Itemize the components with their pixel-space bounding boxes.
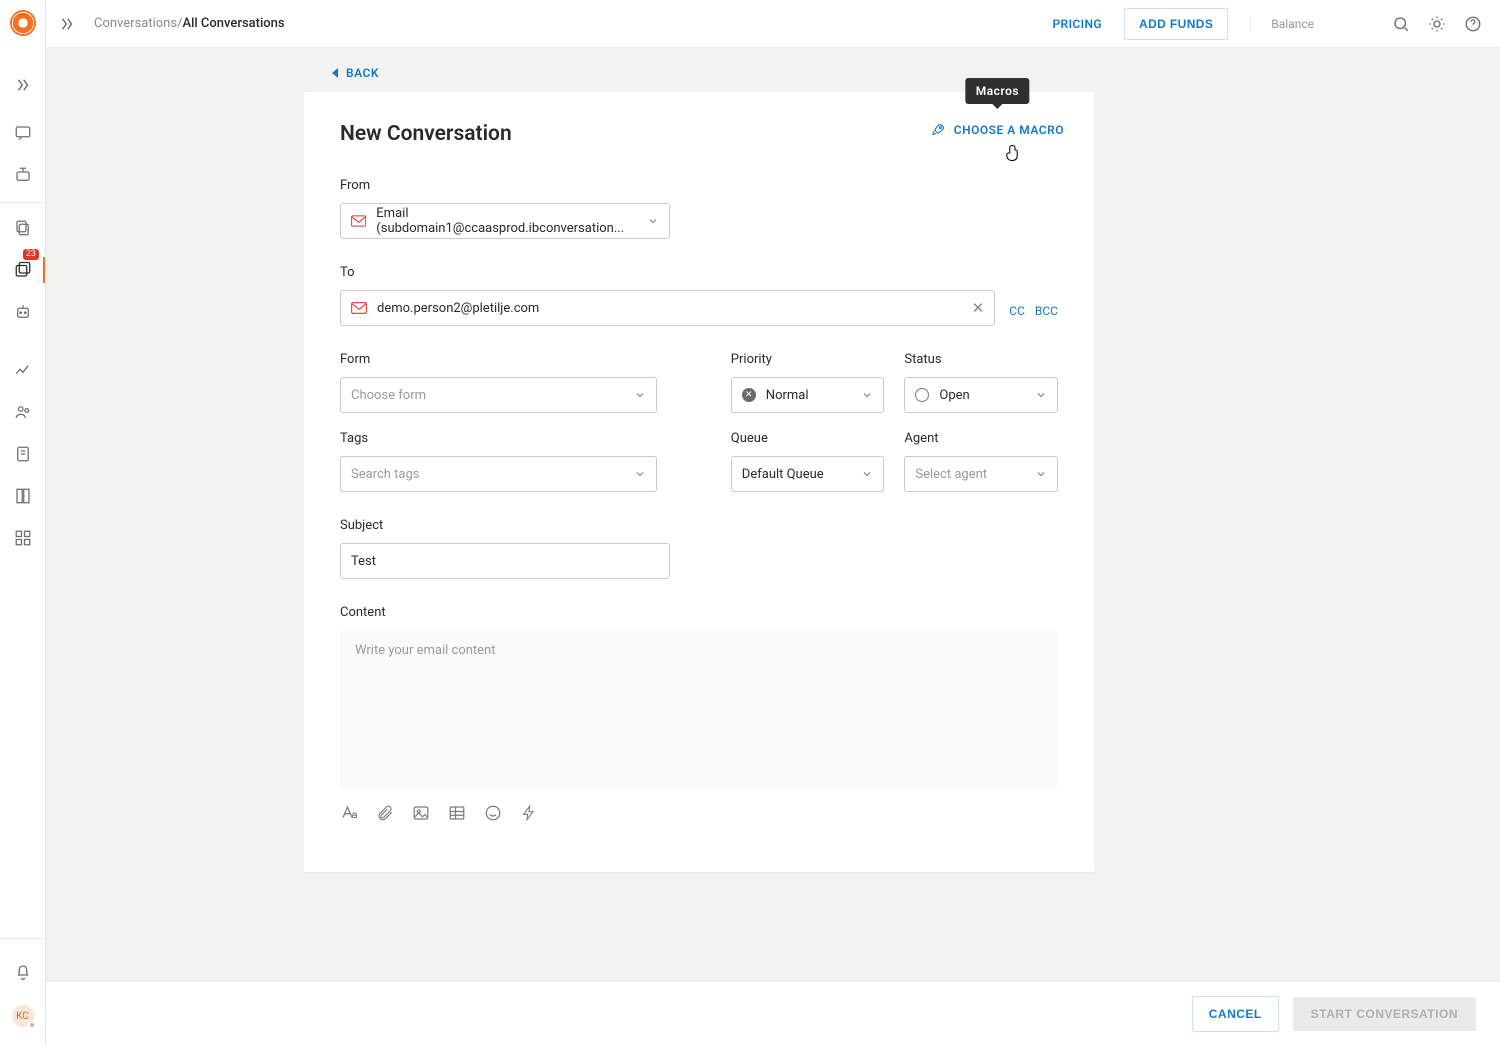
subject-input[interactable]: Test — [340, 543, 670, 579]
help-icon[interactable] — [1464, 15, 1482, 33]
to-label: To — [340, 265, 1058, 280]
chevron-down-icon — [634, 468, 646, 480]
chevron-down-icon — [861, 389, 873, 401]
add-funds-button[interactable]: ADD FUNDS — [1124, 8, 1228, 40]
choose-macro-label: CHOOSE A MACRO — [954, 123, 1064, 137]
mail-icon — [351, 302, 367, 314]
sidebar-item-grid[interactable] — [0, 523, 45, 553]
breadcrumb-root[interactable]: Conversations — [94, 16, 177, 31]
bcc-link[interactable]: BCC — [1035, 304, 1058, 318]
status-value: Open — [939, 388, 969, 403]
chevron-down-icon — [1035, 389, 1047, 401]
tags-label: Tags — [340, 431, 657, 446]
queue-value: Default Queue — [742, 467, 824, 482]
content-editor[interactable]: Write your email content — [340, 630, 1058, 790]
theme-icon[interactable] — [1428, 15, 1446, 33]
breadcrumb-current[interactable]: All Conversations — [182, 16, 284, 31]
subject-value: Test — [351, 554, 376, 569]
sidebar-item-bot[interactable] — [0, 160, 45, 190]
footer: CANCEL START CONVERSATION — [46, 981, 1500, 1045]
priority-label: Priority — [731, 352, 885, 367]
table-icon[interactable] — [448, 804, 466, 822]
queue-label: Queue — [731, 431, 885, 446]
sidebar-item-people[interactable] — [0, 397, 45, 427]
agent-placeholder: Select agent — [915, 467, 987, 482]
top-header: Conversations / All Conversations PRICIN… — [46, 0, 1500, 48]
rocket-icon — [931, 122, 946, 137]
image-icon[interactable] — [412, 804, 430, 822]
content-placeholder: Write your email content — [355, 643, 496, 658]
pricing-link[interactable]: PRICING — [1052, 17, 1102, 31]
expand-sidebar-icon[interactable] — [0, 70, 45, 100]
brand-logo — [10, 10, 36, 36]
sidebar-item-notifications[interactable] — [0, 957, 45, 987]
choose-macro-link[interactable]: Macros CHOOSE A MACRO — [931, 122, 1064, 137]
sidebar-badge: 23 — [23, 249, 39, 260]
presence-dot — [28, 1021, 36, 1029]
from-select[interactable]: Email (subdomain1@ccaasprod.ibconversati… — [340, 203, 670, 239]
form-label: Form — [340, 352, 657, 367]
sidebar-item-bookmark[interactable] — [0, 481, 45, 511]
status-icon — [915, 388, 929, 402]
new-conversation-card: Macros CHOOSE A MACRO New Conversation F… — [304, 92, 1094, 872]
agent-label: Agent — [904, 431, 1058, 446]
sidebar-item-conversations[interactable]: 23 — [0, 255, 45, 285]
cc-link[interactable]: CC — [1009, 304, 1025, 318]
sidebar: 23 KC — [0, 0, 46, 1045]
search-icon[interactable] — [1392, 15, 1410, 33]
chevron-down-icon — [1035, 468, 1047, 480]
main-canvas: BACK Macros CHOOSE A MACRO New Conversat… — [46, 48, 1500, 1045]
status-label: Status — [904, 352, 1058, 367]
sidebar-item-copy[interactable] — [0, 213, 45, 243]
from-value: Email (subdomain1@ccaasprod.ibconversati… — [376, 206, 647, 236]
chevron-down-icon — [647, 215, 659, 227]
mail-icon — [351, 215, 366, 227]
back-arrow-icon — [332, 68, 338, 78]
cancel-button[interactable]: CANCEL — [1192, 996, 1279, 1032]
subject-label: Subject — [340, 518, 670, 533]
chevron-down-icon — [861, 468, 873, 480]
attachment-icon[interactable] — [376, 804, 394, 822]
form-select[interactable]: Choose form — [340, 377, 657, 413]
queue-select[interactable]: Default Queue — [731, 456, 885, 492]
agent-select[interactable]: Select agent — [904, 456, 1058, 492]
format-text-icon[interactable] — [340, 804, 358, 822]
balance-label: Balance — [1250, 17, 1314, 31]
from-label: From — [340, 178, 660, 193]
macros-tooltip: Macros — [966, 78, 1029, 104]
clear-icon[interactable]: ✕ — [972, 299, 985, 317]
content-label: Content — [340, 605, 1058, 620]
sidebar-item-chat[interactable] — [0, 118, 45, 148]
sidebar-item-robot[interactable] — [0, 297, 45, 327]
priority-value: Normal — [766, 388, 809, 403]
emoji-icon[interactable] — [484, 804, 502, 822]
avatar-initials: KC — [16, 1011, 29, 1022]
sidebar-item-analytics[interactable] — [0, 355, 45, 385]
sidebar-item-notebook[interactable] — [0, 439, 45, 469]
collapse-breadcrumb-icon[interactable] — [58, 15, 76, 33]
tags-select[interactable]: Search tags — [340, 456, 657, 492]
start-conversation-button[interactable]: START CONVERSATION — [1293, 997, 1476, 1031]
to-value: demo.person2@pletilje.com — [377, 301, 539, 316]
priority-icon: ✕ — [742, 388, 756, 402]
tags-placeholder: Search tags — [351, 467, 420, 482]
to-input[interactable]: demo.person2@pletilje.com ✕ — [340, 290, 995, 326]
editor-toolbar — [340, 804, 1058, 822]
avatar[interactable]: KC — [12, 1005, 34, 1027]
bolt-icon[interactable] — [520, 804, 538, 822]
priority-select[interactable]: ✕ Normal — [731, 377, 885, 413]
status-select[interactable]: Open — [904, 377, 1058, 413]
chevron-down-icon — [634, 389, 646, 401]
form-placeholder: Choose form — [351, 388, 426, 403]
back-button[interactable]: BACK — [332, 66, 379, 80]
back-label: BACK — [346, 66, 379, 80]
